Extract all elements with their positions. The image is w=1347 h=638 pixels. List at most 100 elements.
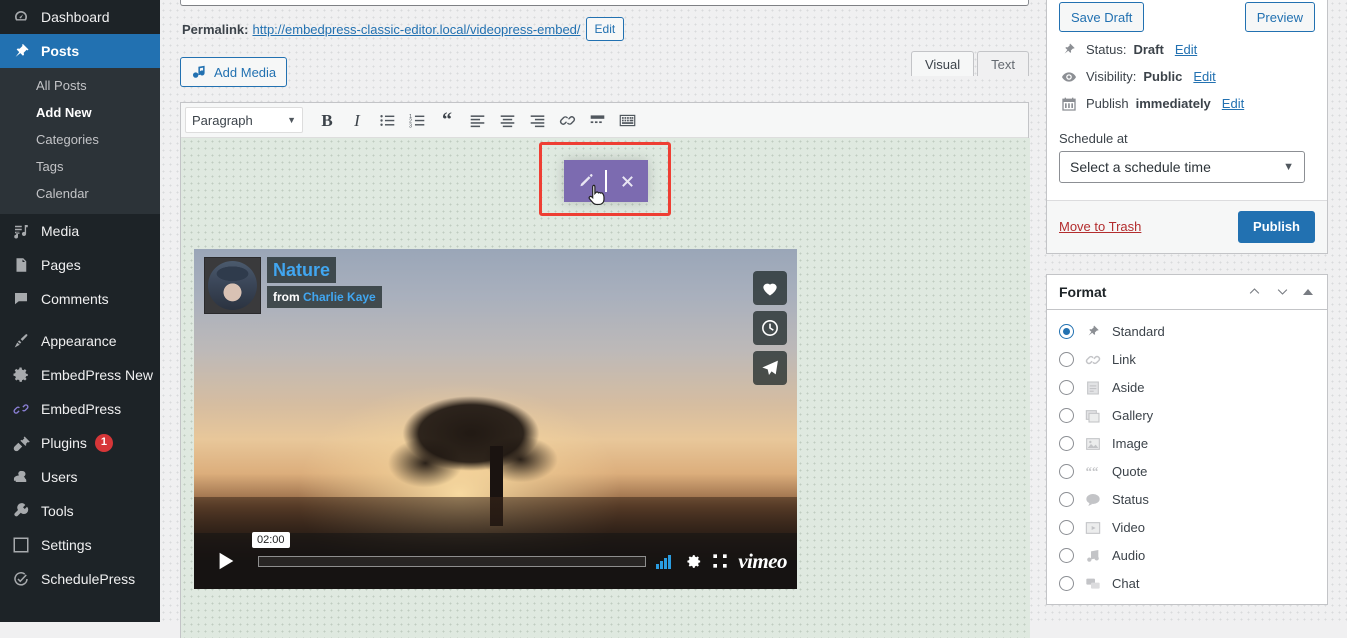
pages-icon [10, 255, 32, 275]
edit-publish-time-link[interactable]: Edit [1222, 95, 1244, 113]
share-paper-plane-icon[interactable] [753, 351, 787, 385]
radio-status[interactable] [1059, 492, 1074, 508]
link-icon[interactable] [553, 107, 581, 133]
submenu-item-add-new[interactable]: Add New [0, 100, 160, 127]
video-progress-scrubber[interactable]: 02:00 [252, 531, 647, 567]
sidebar-item-appearance[interactable]: Appearance [0, 324, 160, 358]
sidebar-item-dashboard[interactable]: Dashboard [0, 0, 160, 34]
edit-embed-button[interactable] [564, 160, 605, 202]
edit-visibility-link[interactable]: Edit [1193, 68, 1215, 86]
submenu-item-calendar[interactable]: Calendar [0, 181, 160, 208]
format-option-gallery[interactable]: Gallery [1059, 402, 1315, 430]
radio-gallery[interactable] [1059, 408, 1074, 424]
pin-icon [10, 41, 32, 61]
sidebar-item-label: SchedulePress [41, 570, 136, 587]
image-icon [1083, 436, 1103, 452]
tab-text[interactable]: Text [977, 51, 1029, 76]
format-option-standard[interactable]: Standard [1059, 318, 1315, 346]
from-label: from [273, 290, 300, 304]
vimeo-logo[interactable]: vimeo [738, 550, 787, 572]
sidebar-item-embedpress[interactable]: EmbedPress [0, 392, 160, 426]
align-center-icon[interactable] [493, 107, 521, 133]
vimeo-player-embed[interactable]: Nature from Charlie Kaye 02:00 vimeo [194, 249, 797, 589]
italic-icon[interactable]: I [343, 107, 371, 133]
format-option-link[interactable]: Link [1059, 346, 1315, 374]
radio-link[interactable] [1059, 352, 1074, 368]
radio-image[interactable] [1059, 436, 1074, 452]
sidebar-item-posts[interactable]: Posts [0, 34, 160, 68]
video-author-link[interactable]: Charlie Kaye [303, 290, 376, 304]
radio-quote[interactable] [1059, 464, 1074, 480]
fullscreen-icon[interactable] [712, 553, 728, 569]
volume-bars-icon[interactable] [656, 553, 675, 570]
avatar[interactable] [204, 257, 261, 314]
tab-visual[interactable]: Visual [910, 51, 975, 76]
settings-gear-icon[interactable] [685, 553, 702, 570]
gallery-icon [1083, 408, 1103, 424]
align-right-icon[interactable] [523, 107, 551, 133]
sidebar-item-settings[interactable]: Settings [0, 528, 160, 562]
format-option-image[interactable]: Image [1059, 430, 1315, 458]
publish-time-label: Publish [1086, 96, 1129, 112]
chevron-down-icon: ▼ [1283, 160, 1294, 173]
video-progress-bar[interactable] [258, 555, 647, 567]
watch-later-clock-icon[interactable] [753, 311, 787, 345]
sidebar-item-pages[interactable]: Pages [0, 248, 160, 282]
sidebar-item-plugins[interactable]: Plugins 1 [0, 426, 160, 460]
radio-chat[interactable] [1059, 576, 1074, 592]
radio-video[interactable] [1059, 520, 1074, 536]
radio-standard[interactable] [1059, 324, 1074, 340]
sidebar-item-comments[interactable]: Comments [0, 282, 160, 316]
schedule-time-select[interactable]: Select a schedule time ▼ [1059, 150, 1305, 183]
sidebar-item-embedpress-new[interactable]: EmbedPress New [0, 358, 160, 392]
move-down-icon[interactable] [1275, 284, 1290, 299]
format-option-label: Quote [1112, 464, 1148, 480]
numbered-list-icon[interactable]: 123 [403, 107, 431, 133]
edit-permalink-button[interactable]: Edit [585, 17, 625, 41]
like-heart-icon[interactable] [753, 271, 787, 305]
move-up-icon[interactable] [1247, 284, 1262, 299]
post-title-input[interactable] [180, 0, 1029, 6]
brush-icon [10, 331, 32, 351]
toolbar-toggle-icon[interactable] [613, 107, 641, 133]
video-title-link[interactable]: Nature [267, 257, 337, 283]
bold-icon[interactable]: B [313, 107, 341, 133]
format-box-controls [1247, 284, 1315, 299]
format-option-chat[interactable]: Chat [1059, 570, 1315, 598]
format-option-aside[interactable]: Aside [1059, 374, 1315, 402]
preview-button[interactable]: Preview [1244, 2, 1315, 32]
permalink-url-link[interactable]: http://embedpress-classic-editor.local/v… [252, 22, 580, 37]
embed-toolbar [564, 160, 648, 202]
read-more-icon[interactable] [583, 107, 611, 133]
bulleted-list-icon[interactable] [373, 107, 401, 133]
toggle-panel-icon[interactable] [1303, 288, 1313, 295]
format-option-status[interactable]: Status [1059, 486, 1315, 514]
format-option-video[interactable]: Video [1059, 514, 1315, 542]
format-box: Format Standard Link Aside Gallery Image… [1046, 273, 1328, 605]
paragraph-format-select[interactable]: Paragraph ▼ [185, 107, 303, 133]
sidebar-item-tools[interactable]: Tools [0, 494, 160, 528]
format-option-quote[interactable]: ““ Quote [1059, 458, 1315, 486]
submenu-item-categories[interactable]: Categories [0, 127, 160, 154]
submenu-item-tags[interactable]: Tags [0, 154, 160, 181]
publish-button[interactable]: Publish [1238, 210, 1315, 243]
sidebar-item-users[interactable]: Users [0, 460, 160, 494]
radio-audio[interactable] [1059, 548, 1074, 564]
align-left-icon[interactable] [463, 107, 491, 133]
move-to-trash-link[interactable]: Move to Trash [1059, 219, 1141, 234]
format-option-audio[interactable]: Audio [1059, 542, 1315, 570]
video-controls-bar: 02:00 vimeo [194, 531, 797, 589]
blockquote-icon[interactable]: “ [433, 107, 461, 133]
edit-status-link[interactable]: Edit [1175, 41, 1197, 59]
add-media-button[interactable]: Add Media [180, 57, 288, 87]
editor-content-area[interactable]: Nature from Charlie Kaye 02:00 vimeo [181, 138, 1030, 638]
submenu-item-all-posts[interactable]: All Posts [0, 73, 160, 100]
visibility-row: Visibility: Public Edit [1059, 59, 1315, 86]
save-draft-button[interactable]: Save Draft [1059, 2, 1145, 32]
remove-embed-button[interactable] [607, 160, 648, 202]
sidebar-item-media[interactable]: Media [0, 214, 160, 248]
sidebar-item-schedulepress[interactable]: SchedulePress [0, 562, 160, 596]
radio-aside[interactable] [1059, 380, 1074, 396]
video-meta: Nature from Charlie Kaye [267, 257, 382, 314]
play-icon[interactable] [204, 543, 248, 579]
